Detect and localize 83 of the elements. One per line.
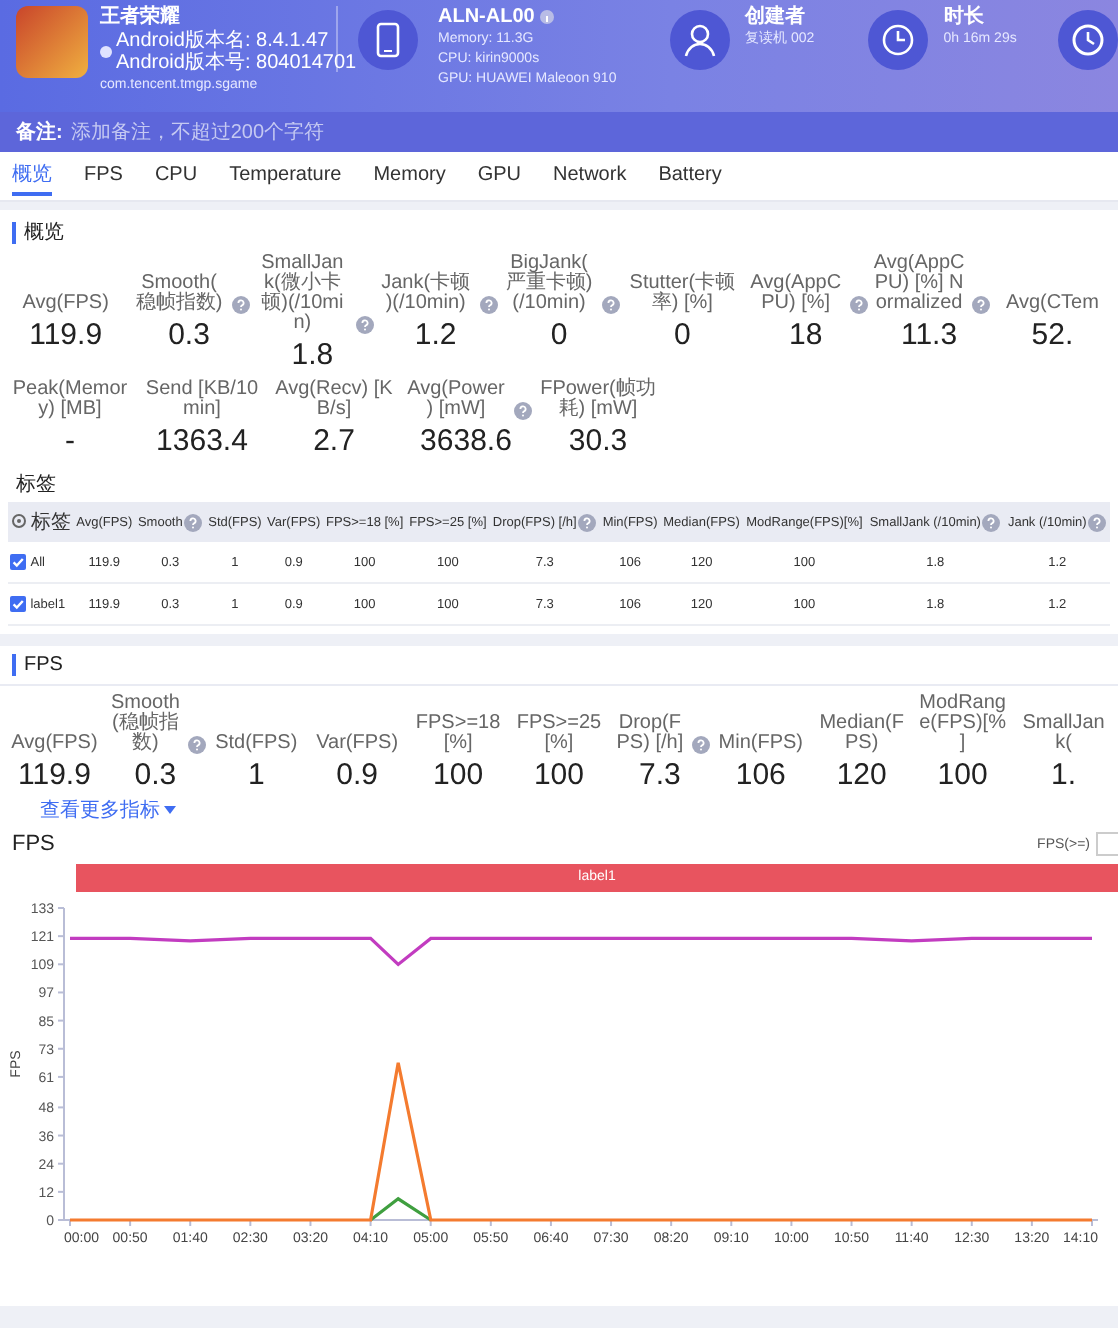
checkbox[interactable] <box>10 596 27 612</box>
stat-value: 3638.6 <box>420 424 512 458</box>
stat-label: Avg(FPS) <box>9 734 100 754</box>
tab[interactable]: 概览 <box>12 156 52 196</box>
stat-value: 0.9 <box>336 758 379 792</box>
stat-value: 1.8 <box>291 338 334 372</box>
settings-icon[interactable] <box>11 513 26 527</box>
stat-label: Avg(CTem <box>1003 294 1101 314</box>
checkbox[interactable] <box>10 554 27 570</box>
stat-value: 1363.4 <box>156 424 248 458</box>
notes-label: 备注: <box>16 118 63 146</box>
stat-label: ModRange(FPS)[%] <box>917 694 1008 754</box>
version-name: Android版本名: 8.4.1.47 <box>116 30 331 52</box>
stat-label: Min(FPS) <box>716 734 806 754</box>
stat-label: FPower(帧功耗) [mW] <box>538 380 658 420</box>
stat-value: 18 <box>789 318 823 352</box>
stat-value: 0 <box>674 318 691 352</box>
stat-label: Avg(Power) [mW] <box>405 380 507 420</box>
threshold-field[interactable] <box>1096 832 1118 856</box>
stat-value: 0 <box>550 318 568 352</box>
stat-value: 119.9 <box>29 318 103 352</box>
stat-label: Drop(FPS) [/h] <box>614 714 686 754</box>
stat-label: Smooth(稳帧指数) <box>133 274 225 314</box>
version-code: Android版本号: 804014701 <box>116 52 357 74</box>
device-model: ALN-AL00 <box>438 6 535 28</box>
stat-value: - <box>65 424 75 458</box>
stat-label: Avg(Recv) [KB/s] <box>273 380 395 420</box>
stat-value: 119.9 <box>18 758 91 792</box>
table-title: 标签 <box>14 471 58 500</box>
more-metrics-link[interactable]: 查看更多指标 <box>40 796 160 824</box>
stat-label: BigJank(严重卡顿)(/10min) <box>503 254 595 314</box>
app-name: 王者荣耀 <box>100 6 182 28</box>
stat-value: 1.2 <box>414 318 457 352</box>
duration-label: 时长 <box>943 6 986 28</box>
stat-label: Avg(AppCPU) [%] <box>748 274 844 314</box>
stat-label: Median(FPS) <box>817 714 906 754</box>
accent-bar-icon <box>12 221 16 243</box>
stat-label: Avg(AppCPU) [%] Normalized <box>871 254 967 314</box>
android-icon <box>100 46 112 58</box>
tab[interactable]: Temperature <box>229 159 342 193</box>
stat-value: 106 <box>735 758 786 792</box>
tab[interactable]: FPS <box>84 159 123 193</box>
stat-value: 100 <box>937 758 988 792</box>
info-icon <box>540 10 555 24</box>
stat-label: Stutter(卡顿率) [%] <box>627 274 738 314</box>
tab[interactable]: CPU <box>154 159 198 193</box>
tab[interactable]: Network <box>553 159 627 193</box>
stat-label: SmallJank(微小卡顿)(/10min) <box>259 254 346 334</box>
stat-label: Avg(FPS) <box>20 294 111 314</box>
section-title: FPS <box>24 654 63 676</box>
column-header: 标签 <box>31 509 71 536</box>
stat-label: FPS>=25 [%] <box>514 714 604 754</box>
stat-label: Smooth(稳帧指数) <box>108 694 182 754</box>
stat-value: 30.3 <box>568 424 628 458</box>
tab[interactable]: Memory <box>373 159 446 193</box>
stat-label: SmallJank( <box>1020 714 1107 754</box>
stat-label: Send [KB/10min] <box>143 380 261 420</box>
stat-label: Std(FPS) <box>213 734 300 754</box>
creator-label: 创建者 <box>745 6 808 28</box>
stat-value: 100 <box>533 758 584 792</box>
stat-label: FPS>=18 [%] <box>413 714 503 754</box>
accent-bar-icon <box>12 654 16 676</box>
stat-label: Peak(Memory) [MB] <box>10 380 130 420</box>
app-icon-placeholder <box>16 6 88 78</box>
stat-label: Jank(卡顿)(/10min) <box>379 274 473 314</box>
tab[interactable]: GPU <box>477 159 522 193</box>
check-icon <box>10 596 27 612</box>
caret-down-icon <box>164 806 176 814</box>
stat-value: 0.3 <box>134 758 177 792</box>
stat-value: 100 <box>433 758 484 792</box>
stat-value: 120 <box>836 758 887 792</box>
tab[interactable]: Battery <box>658 159 722 193</box>
stat-value: 7.3 <box>639 758 681 792</box>
chart-title: FPS <box>12 832 55 856</box>
stat-value: 11.3 <box>900 318 958 352</box>
stat-value: 1 <box>247 758 265 792</box>
stat-value: 1. <box>1051 758 1077 792</box>
stat-label: Var(FPS) <box>314 734 401 754</box>
stat-value: 0.3 <box>168 318 210 352</box>
check-icon <box>10 554 27 570</box>
section-title: 概览 <box>24 219 64 246</box>
stat-value: 2.7 <box>313 424 355 458</box>
stat-value: 52. <box>1031 318 1074 352</box>
